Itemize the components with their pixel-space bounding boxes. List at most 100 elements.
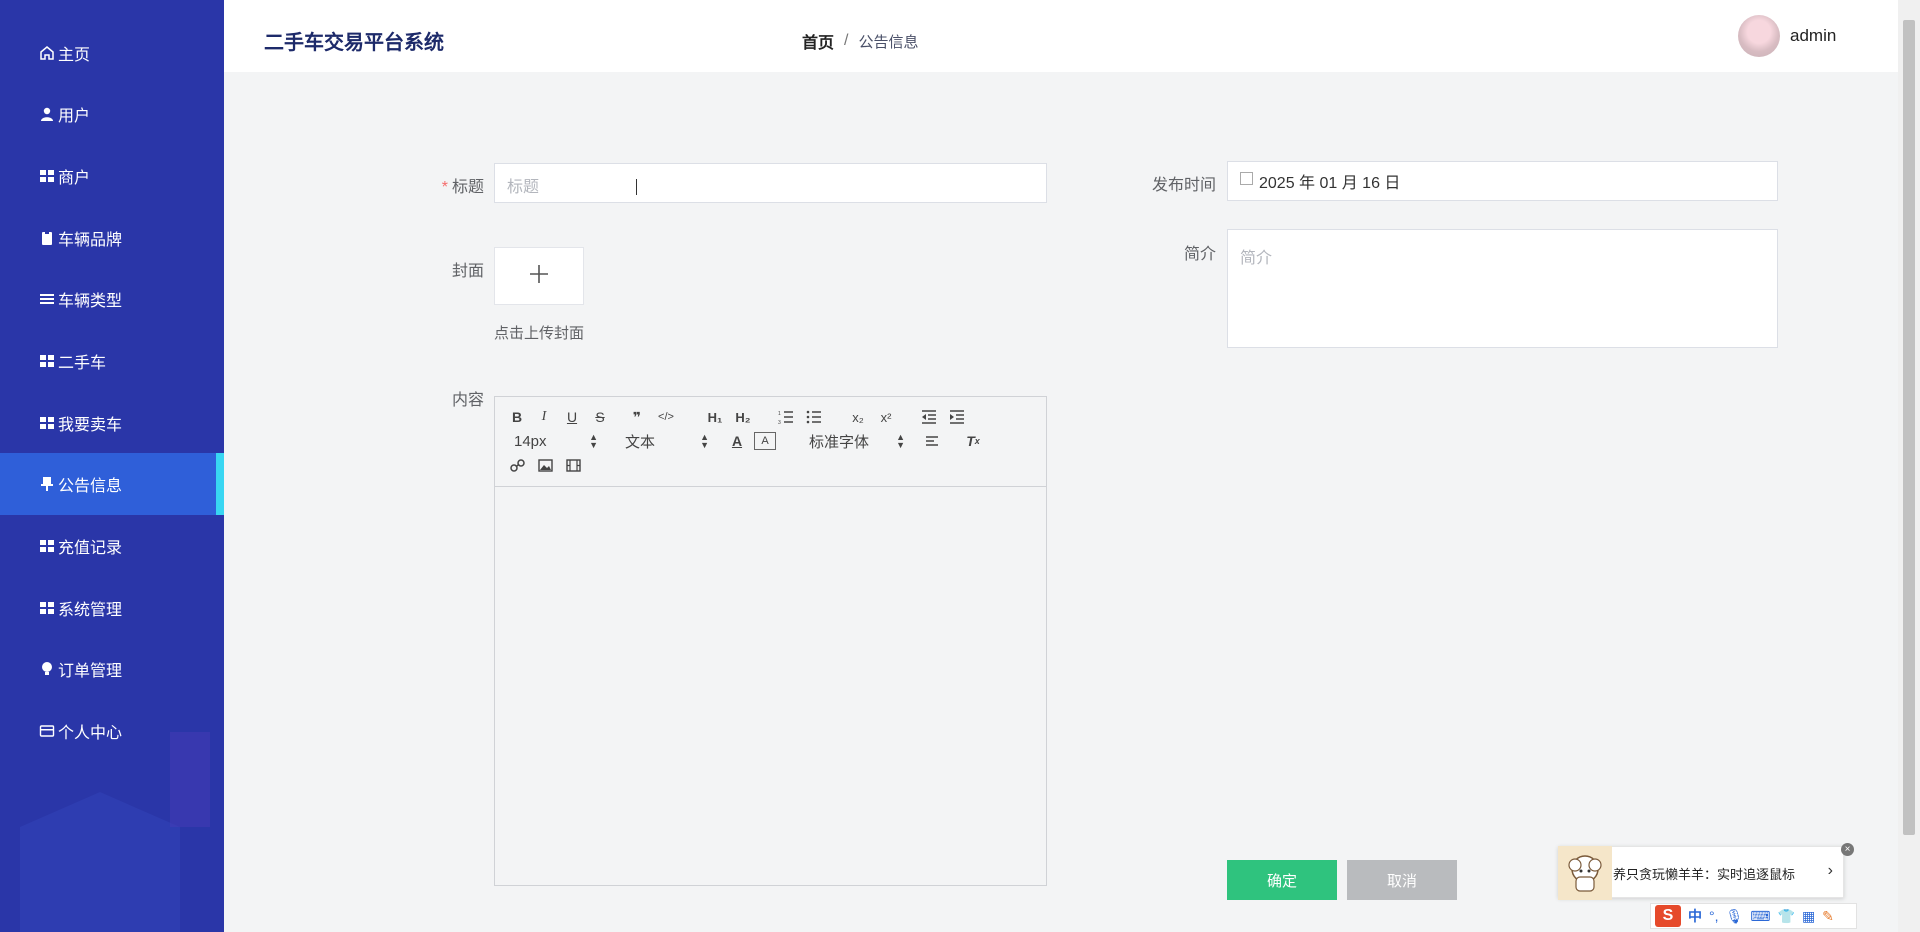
ime-tip-popup[interactable]: 养只贪玩懒羊羊：实时追逐鼠标 › <box>1558 846 1844 900</box>
text-cursor-icon <box>636 179 638 195</box>
cancel-button[interactable]: 取消 <box>1347 860 1457 900</box>
sidebar-item-home[interactable]: 主页 <box>0 22 224 84</box>
sidebar-item-recharge[interactable]: 充值记录 <box>0 515 224 577</box>
sidebar-item-label: 公告信息 <box>58 478 123 495</box>
sidebar-item-label: 车辆品牌 <box>58 232 123 249</box>
sidebar-decoration <box>20 792 180 932</box>
sidebar-item-label: 二手车 <box>58 355 107 372</box>
intro-label: 简介 <box>1183 246 1216 263</box>
list-icon <box>38 290 56 308</box>
sidebar-item-label: 商户 <box>58 170 91 187</box>
font-family-select[interactable]: 标准字体 ▲ ▼ <box>809 432 905 451</box>
background-color-icon[interactable]: A <box>754 432 776 450</box>
microphone-icon[interactable]: 🎙 <box>1726 908 1744 925</box>
heading1-icon[interactable]: H₁ <box>704 408 726 426</box>
align-icon[interactable] <box>921 432 943 450</box>
sidebar-item-label: 系统管理 <box>58 602 123 619</box>
font-color-icon[interactable]: A <box>726 432 748 450</box>
username[interactable]: admin <box>1790 26 1836 46</box>
editor-toolbar: B I U S ❞ </> H₁ H₂ 13 x₂ x² 14px ▲ ▼ 文本 ▲ ▼… <box>495 397 1046 487</box>
ime-toolbar: S 中 °, 🎙 ⌨ 👕 ▦ ✎ <box>1650 903 1857 929</box>
sidebar-item-vehicle-brand[interactable]: 车辆品牌 <box>0 207 224 269</box>
subscript-icon[interactable]: x₂ <box>847 408 869 426</box>
superscript-icon[interactable]: x² <box>875 408 897 426</box>
title-placeholder: 标题 <box>507 179 540 196</box>
block-format-select[interactable]: 文本 ▲ ▼ <box>625 432 709 451</box>
clipboard-icon <box>38 229 56 247</box>
sidebar-item-announcement[interactable]: 公告信息 <box>0 453 224 515</box>
app-title: 二手车交易平台系统 <box>264 32 444 54</box>
ime-tip-text: 养只贪玩懒羊羊：实时追逐鼠标 <box>1613 867 1796 882</box>
sidebar-item-merchant[interactable]: 商户 <box>0 145 224 207</box>
image-icon[interactable] <box>534 456 556 474</box>
upload-tip: 点击上传封面 <box>494 325 585 342</box>
sidebar-item-label: 充值记录 <box>58 540 123 557</box>
calendar-icon <box>1240 171 1253 185</box>
avatar[interactable] <box>1738 15 1780 57</box>
content-label: 内容 <box>451 392 484 409</box>
sidebar: 主页 用户 商户 车辆品牌 车辆类型 二手车 我要卖车 公告信息 充值记录 系统… <box>0 0 224 932</box>
sidebar-item-profile[interactable]: 个人中心 <box>0 700 224 762</box>
sidebar-item-used-car[interactable]: 二手车 <box>0 330 224 392</box>
blockquote-icon[interactable]: ❞ <box>626 408 648 426</box>
indent-icon[interactable] <box>946 408 968 426</box>
grid-icon <box>38 537 56 555</box>
publish-time-value: 2025 年 01 月 16 日 <box>1259 175 1401 192</box>
sheep-mascot-icon <box>1558 846 1612 900</box>
required-mark: * <box>441 179 448 196</box>
strikethrough-icon[interactable]: S <box>589 408 611 426</box>
grid-icon <box>38 414 56 432</box>
user-icon <box>38 105 56 123</box>
sidebar-item-label: 我要卖车 <box>58 417 123 434</box>
editor-content-area[interactable] <box>495 487 1046 885</box>
clear-format-icon[interactable]: Tx <box>962 432 984 450</box>
sidebar-item-orders[interactable]: 订单管理 <box>0 638 224 700</box>
close-icon[interactable]: × <box>1841 843 1854 856</box>
link-icon[interactable] <box>506 456 528 474</box>
keyboard-icon[interactable]: ⌨ <box>1750 908 1770 925</box>
page-scrollbar[interactable] <box>1898 0 1920 932</box>
bold-icon[interactable]: B <box>506 408 528 426</box>
grid-icon <box>38 599 56 617</box>
plus-icon <box>528 263 550 290</box>
grid-icon <box>38 167 56 185</box>
code-block-icon[interactable]: </> <box>655 408 677 426</box>
bullet-list-icon[interactable] <box>803 408 825 426</box>
heading2-icon[interactable]: H₂ <box>732 408 754 426</box>
extra-icon[interactable]: ✎ <box>1822 908 1834 925</box>
video-icon[interactable] <box>562 456 584 474</box>
cover-upload-button[interactable] <box>494 247 584 305</box>
top-header: 二手车交易平台系统 首页 / 公告信息 admin <box>224 0 1900 72</box>
sogou-logo-icon[interactable]: S <box>1655 905 1681 927</box>
home-icon <box>38 44 56 62</box>
font-size-select[interactable]: 14px ▲ ▼ <box>514 432 598 450</box>
confirm-button[interactable]: 确定 <box>1227 860 1337 900</box>
sidebar-item-label: 主页 <box>58 47 91 64</box>
sidebar-item-sell-car[interactable]: 我要卖车 <box>0 392 224 454</box>
scrollbar-thumb[interactable] <box>1903 20 1915 835</box>
sidebar-item-label: 个人中心 <box>58 725 123 742</box>
underline-icon[interactable]: U <box>561 408 583 426</box>
sidebar-item-user[interactable]: 用户 <box>0 83 224 145</box>
ime-language-toggle[interactable]: 中 <box>1688 906 1702 926</box>
intro-placeholder: 简介 <box>1240 250 1273 267</box>
intro-textarea[interactable]: 简介 <box>1227 229 1778 348</box>
outdent-icon[interactable] <box>918 408 940 426</box>
breadcrumb-home[interactable]: 首页 <box>802 29 834 53</box>
breadcrumb-separator: / <box>844 32 849 49</box>
toolbox-icon[interactable]: ▦ <box>1802 908 1815 925</box>
chevron-right-icon[interactable]: › <box>1828 862 1833 880</box>
skin-icon[interactable]: 👕 <box>1778 908 1795 925</box>
publish-time-picker[interactable]: 2025 年 01 月 16 日 <box>1227 161 1778 201</box>
cover-label: 封面 <box>451 263 484 280</box>
sidebar-item-label: 车辆类型 <box>58 293 123 310</box>
sidebar-item-vehicle-type[interactable]: 车辆类型 <box>0 268 224 330</box>
title-input[interactable]: 标题 <box>494 163 1047 203</box>
sidebar-item-system[interactable]: 系统管理 <box>0 577 224 639</box>
publish-time-label: 发布时间 <box>1151 177 1216 194</box>
pin-icon <box>38 475 56 493</box>
punctuation-icon[interactable]: °, <box>1709 908 1719 924</box>
svg-text:1: 1 <box>778 411 781 417</box>
italic-icon[interactable]: I <box>533 408 555 426</box>
ordered-list-icon[interactable]: 13 <box>775 408 797 426</box>
